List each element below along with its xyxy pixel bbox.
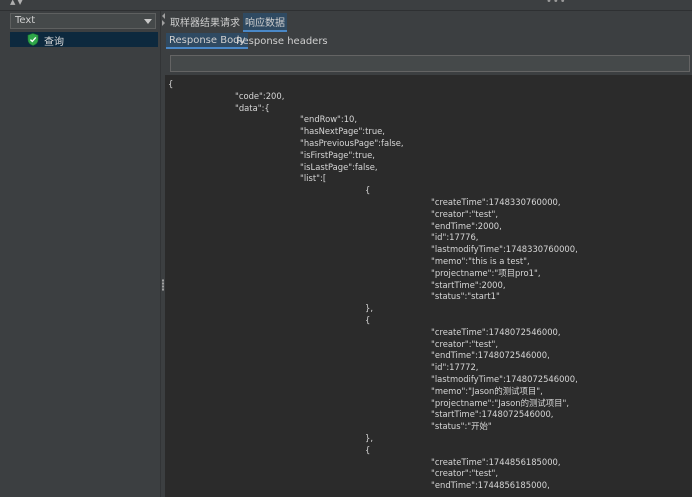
response-line: "isFirstPage":true, [300,149,375,160]
response-line: "list":[ [300,173,327,184]
left-panel: Text 查询 [0,11,160,497]
chevron-down-icon[interactable] [144,19,152,24]
response-line: "hasPreviousPage":false, [300,138,404,148]
response-line: "hasNextPage":true, [300,126,385,137]
response-line: "endTime":2000, [431,220,502,231]
response-line: "lastmodifyTime":1748072546000, [431,374,578,384]
response-line: { [365,444,371,455]
response-line: "createTime":1748330760000, [431,197,561,207]
response-line: "creator":"test", [431,468,498,479]
tab-request[interactable]: 请求 [220,14,240,29]
response-line: "creator":"test", [431,208,498,219]
response-line: "endTime":1748072546000, [431,350,550,361]
response-line: "endRow":10, [300,114,358,125]
response-line: "memo":"Jason的测试项目", [431,385,543,396]
renderer-select-value: Text [15,15,36,26]
response-line: "id":17776, [431,232,479,243]
response-line: { [365,315,371,325]
response-line: "status":"start1" [431,291,500,302]
search-input[interactable] [170,55,690,72]
response-line: "startTime":2000, [431,279,506,290]
response-line: "endTime":1744856185000, [431,480,550,491]
response-line: { [365,185,371,196]
collapse-arrows-icon[interactable]: ▲▼ [10,0,25,6]
response-line: "data":{ [235,102,270,113]
response-line: "status":"开始" [431,421,492,432]
response-line: }, [365,303,373,314]
renderer-select[interactable]: Text [10,13,156,29]
response-line: "code":200, [235,90,285,101]
subtab-response-headers[interactable]: Response headers [236,36,328,47]
tree-item-query[interactable]: 查询 [10,32,158,48]
result-panel: 取样器结果 请求 响应数据 Response Body Response hea… [165,11,692,497]
drag-handle-icon[interactable]: ••• [546,0,567,7]
tab-sampler-result[interactable]: 取样器结果 [170,14,220,29]
response-line: "createTime":1744856185000, [431,456,561,467]
success-shield-icon [27,33,39,46]
response-line: "id":17772, [431,362,479,373]
response-line: "projectname":"Jason的测试项目", [431,397,569,408]
response-line: "isLastPage":false, [300,161,378,172]
response-line: "startTime":1748072546000, [431,409,554,420]
top-bar: ▲▼ ••• [0,0,692,11]
response-line: "creator":"test", [431,338,498,349]
response-line: "createTime":1748072546000, [431,326,561,337]
response-body[interactable]: { "code":200, "data":{ "endRow":10, "hasNext… [165,75,692,497]
response-line: { [168,79,174,89]
splitter-grip-icon[interactable] [162,279,164,291]
response-line: "projectname":"项目pro1", [431,267,541,278]
tab-response-data[interactable]: 响应数据 [243,13,287,32]
response-line: }, [365,433,373,443]
response-line: "memo":"this is a test", [431,256,530,266]
tree-item-label: 查询 [44,37,64,48]
response-line: "lastmodifyTime":1748330760000, [431,244,578,255]
